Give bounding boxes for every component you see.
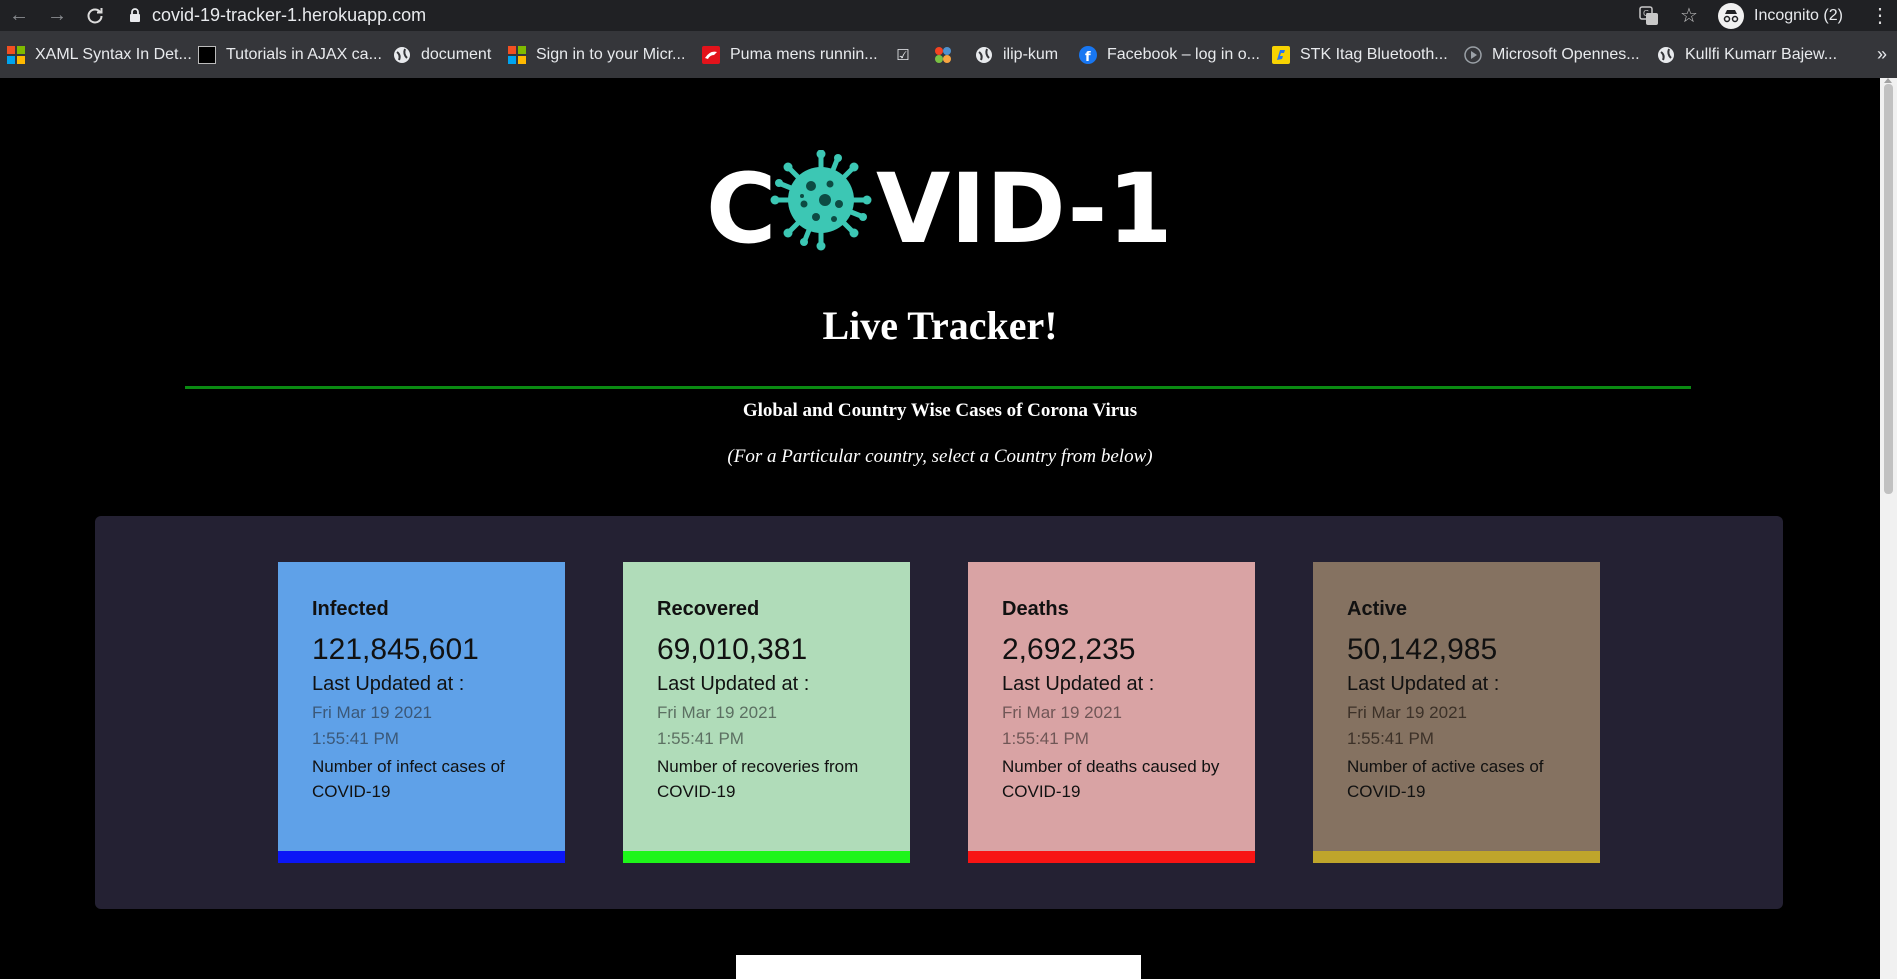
bookmark-label: Tutorials in AJAX ca...	[226, 45, 382, 63]
back-arrow-icon: ←	[9, 4, 29, 26]
country-select[interactable]	[736, 955, 1141, 979]
bookmark-item[interactable]: Sign in to your Micr...	[508, 31, 685, 78]
last-updated-date: Fri Mar 19 2021	[1347, 703, 1467, 722]
last-updated-date: Fri Mar 19 2021	[312, 703, 432, 722]
globe-icon	[975, 46, 993, 64]
recovered-card: Recovered 69,010,381 Last Updated at : F…	[623, 562, 910, 863]
incognito-icon	[1718, 2, 1744, 29]
play-icon	[1464, 45, 1482, 64]
black-square-icon	[198, 45, 216, 64]
bookmark-item[interactable]: document	[393, 31, 491, 78]
card-title: Infected	[312, 598, 389, 620]
forward-button[interactable]: →	[38, 0, 76, 31]
address-bar[interactable]: covid-19-tracker-1.herokuapp.com G ☆	[124, 0, 1742, 31]
bookmark-item[interactable]: ☑	[894, 31, 922, 78]
last-updated-time: 1:55:41 PM	[1002, 729, 1089, 748]
bookmark-item[interactable]: Puma mens runnin...	[702, 31, 878, 78]
active-card: Active 50,142,985 Last Updated at : Fri …	[1313, 562, 1600, 863]
card-title: Active	[1347, 598, 1408, 620]
divider	[185, 386, 1691, 389]
last-updated-label: Last Updated at :	[1002, 673, 1155, 695]
bookmark-label: Microsoft Opennes...	[1492, 45, 1640, 63]
page-title: Live Tracker!	[822, 303, 1058, 348]
bookmark-label: document	[421, 45, 492, 63]
scroll-up-arrow-icon[interactable]	[1884, 78, 1892, 83]
bookmark-item[interactable]: f Facebook – log in o...	[1079, 31, 1260, 78]
bookmark-item[interactable]: Microsoft Opennes...	[1464, 31, 1640, 78]
microsoft-icon	[508, 45, 526, 64]
card-value: 121,845,601	[312, 633, 479, 666]
bookmark-item[interactable]: XAML Syntax In Det...	[7, 31, 192, 78]
last-updated-time: 1:55:41 PM	[657, 729, 744, 748]
logo-letter-c: C	[706, 153, 776, 260]
bookmark-item[interactable]: STK Itag Bluetooth...	[1272, 31, 1448, 78]
card-description: Number of infect cases of COVID-19	[312, 757, 505, 801]
bookmarks-bar: XAML Syntax In Det... Tutorials in AJAX …	[0, 31, 1897, 78]
last-updated-time: 1:55:41 PM	[312, 729, 399, 748]
profile-label: Incognito (2)	[1754, 6, 1843, 24]
bookmark-label: STK Itag Bluetooth...	[1300, 45, 1448, 63]
last-updated-time: 1:55:41 PM	[1347, 729, 1434, 748]
virus-icon	[770, 149, 872, 251]
country-instruction: (For a Particular country, select a Coun…	[727, 446, 1153, 467]
page-subtitle: Global and Country Wise Cases of Corona …	[742, 400, 1138, 421]
reload-icon	[87, 7, 103, 23]
last-updated-label: Last Updated at :	[1347, 673, 1500, 695]
card-description: Number of recoveries from COVID-19	[657, 757, 859, 801]
forward-arrow-icon: →	[47, 4, 67, 26]
page-scrollbar[interactable]	[1880, 78, 1897, 979]
joomla-icon	[934, 46, 952, 64]
bookmark-item[interactable]: Tutorials in AJAX ca...	[198, 31, 382, 78]
lock-icon	[124, 8, 146, 23]
card-value: 2,692,235	[1002, 633, 1136, 666]
bookmark-item[interactable]: Kullfi Kumarr Bajew...	[1657, 31, 1837, 78]
card-value: 69,010,381	[657, 633, 808, 666]
card-value: 50,142,985	[1347, 633, 1498, 666]
bookmark-item[interactable]	[934, 31, 962, 78]
reload-button[interactable]	[76, 0, 114, 31]
checkbox-icon: ☑	[896, 46, 910, 64]
bookmark-label: Puma mens runnin...	[730, 45, 878, 63]
browser-menu-icon[interactable]: ⋮	[1870, 0, 1890, 31]
card-description: Number of deaths caused by COVID-19	[1002, 757, 1220, 801]
globe-icon	[393, 46, 411, 64]
bookmark-label: Facebook – log in o...	[1107, 45, 1260, 63]
svg-text:f: f	[1085, 50, 1091, 64]
bookmark-label: ilip-kum	[1003, 45, 1059, 63]
svg-text:G: G	[1643, 9, 1649, 18]
profile-button[interactable]: Incognito (2)	[1718, 0, 1843, 31]
infected-card: Infected 121,845,601 Last Updated at : F…	[278, 562, 565, 863]
flipkart-icon	[1272, 45, 1290, 64]
card-title: Deaths	[1002, 598, 1069, 620]
logo-text-vid19: VID-19	[876, 153, 1166, 260]
card-accent-bar	[1313, 851, 1600, 863]
covid-logo: C VID-1	[706, 149, 1241, 265]
bookmark-item[interactable]: ilip-kum	[975, 31, 1058, 78]
card-title: Recovered	[657, 598, 760, 620]
bookmark-label: Sign in to your Micr...	[536, 45, 686, 63]
globe-icon	[1657, 46, 1675, 64]
card-accent-bar	[968, 851, 1255, 863]
card-description: Number of active cases of COVID-19	[1347, 757, 1544, 801]
bookmarks-overflow-button[interactable]: »	[1877, 31, 1887, 78]
puma-icon	[702, 45, 720, 64]
last-updated-label: Last Updated at :	[657, 673, 810, 695]
last-updated-date: Fri Mar 19 2021	[657, 703, 777, 722]
stats-panel: Infected 121,845,601 Last Updated at : F…	[95, 516, 1783, 909]
browser-toolbar: ← → covid-19-tracker-1.herokuapp.com G ☆…	[0, 0, 1897, 31]
facebook-icon: f	[1079, 45, 1097, 64]
url-text: covid-19-tracker-1.herokuapp.com	[152, 5, 427, 25]
bookmark-label: Kullfi Kumarr Bajew...	[1685, 45, 1838, 63]
bookmark-star-icon[interactable]: ☆	[1676, 3, 1702, 29]
microsoft-icon	[7, 45, 25, 64]
translate-icon[interactable]: G	[1636, 3, 1662, 29]
deaths-card: Deaths 2,692,235 Last Updated at : Fri M…	[968, 562, 1255, 863]
back-button[interactable]: ←	[0, 0, 38, 31]
bookmark-label: XAML Syntax In Det...	[35, 45, 192, 63]
card-accent-bar	[623, 851, 910, 863]
scrollbar-thumb[interactable]	[1884, 84, 1893, 494]
card-accent-bar	[278, 851, 565, 863]
last-updated-label: Last Updated at :	[312, 673, 465, 695]
last-updated-date: Fri Mar 19 2021	[1002, 703, 1122, 722]
